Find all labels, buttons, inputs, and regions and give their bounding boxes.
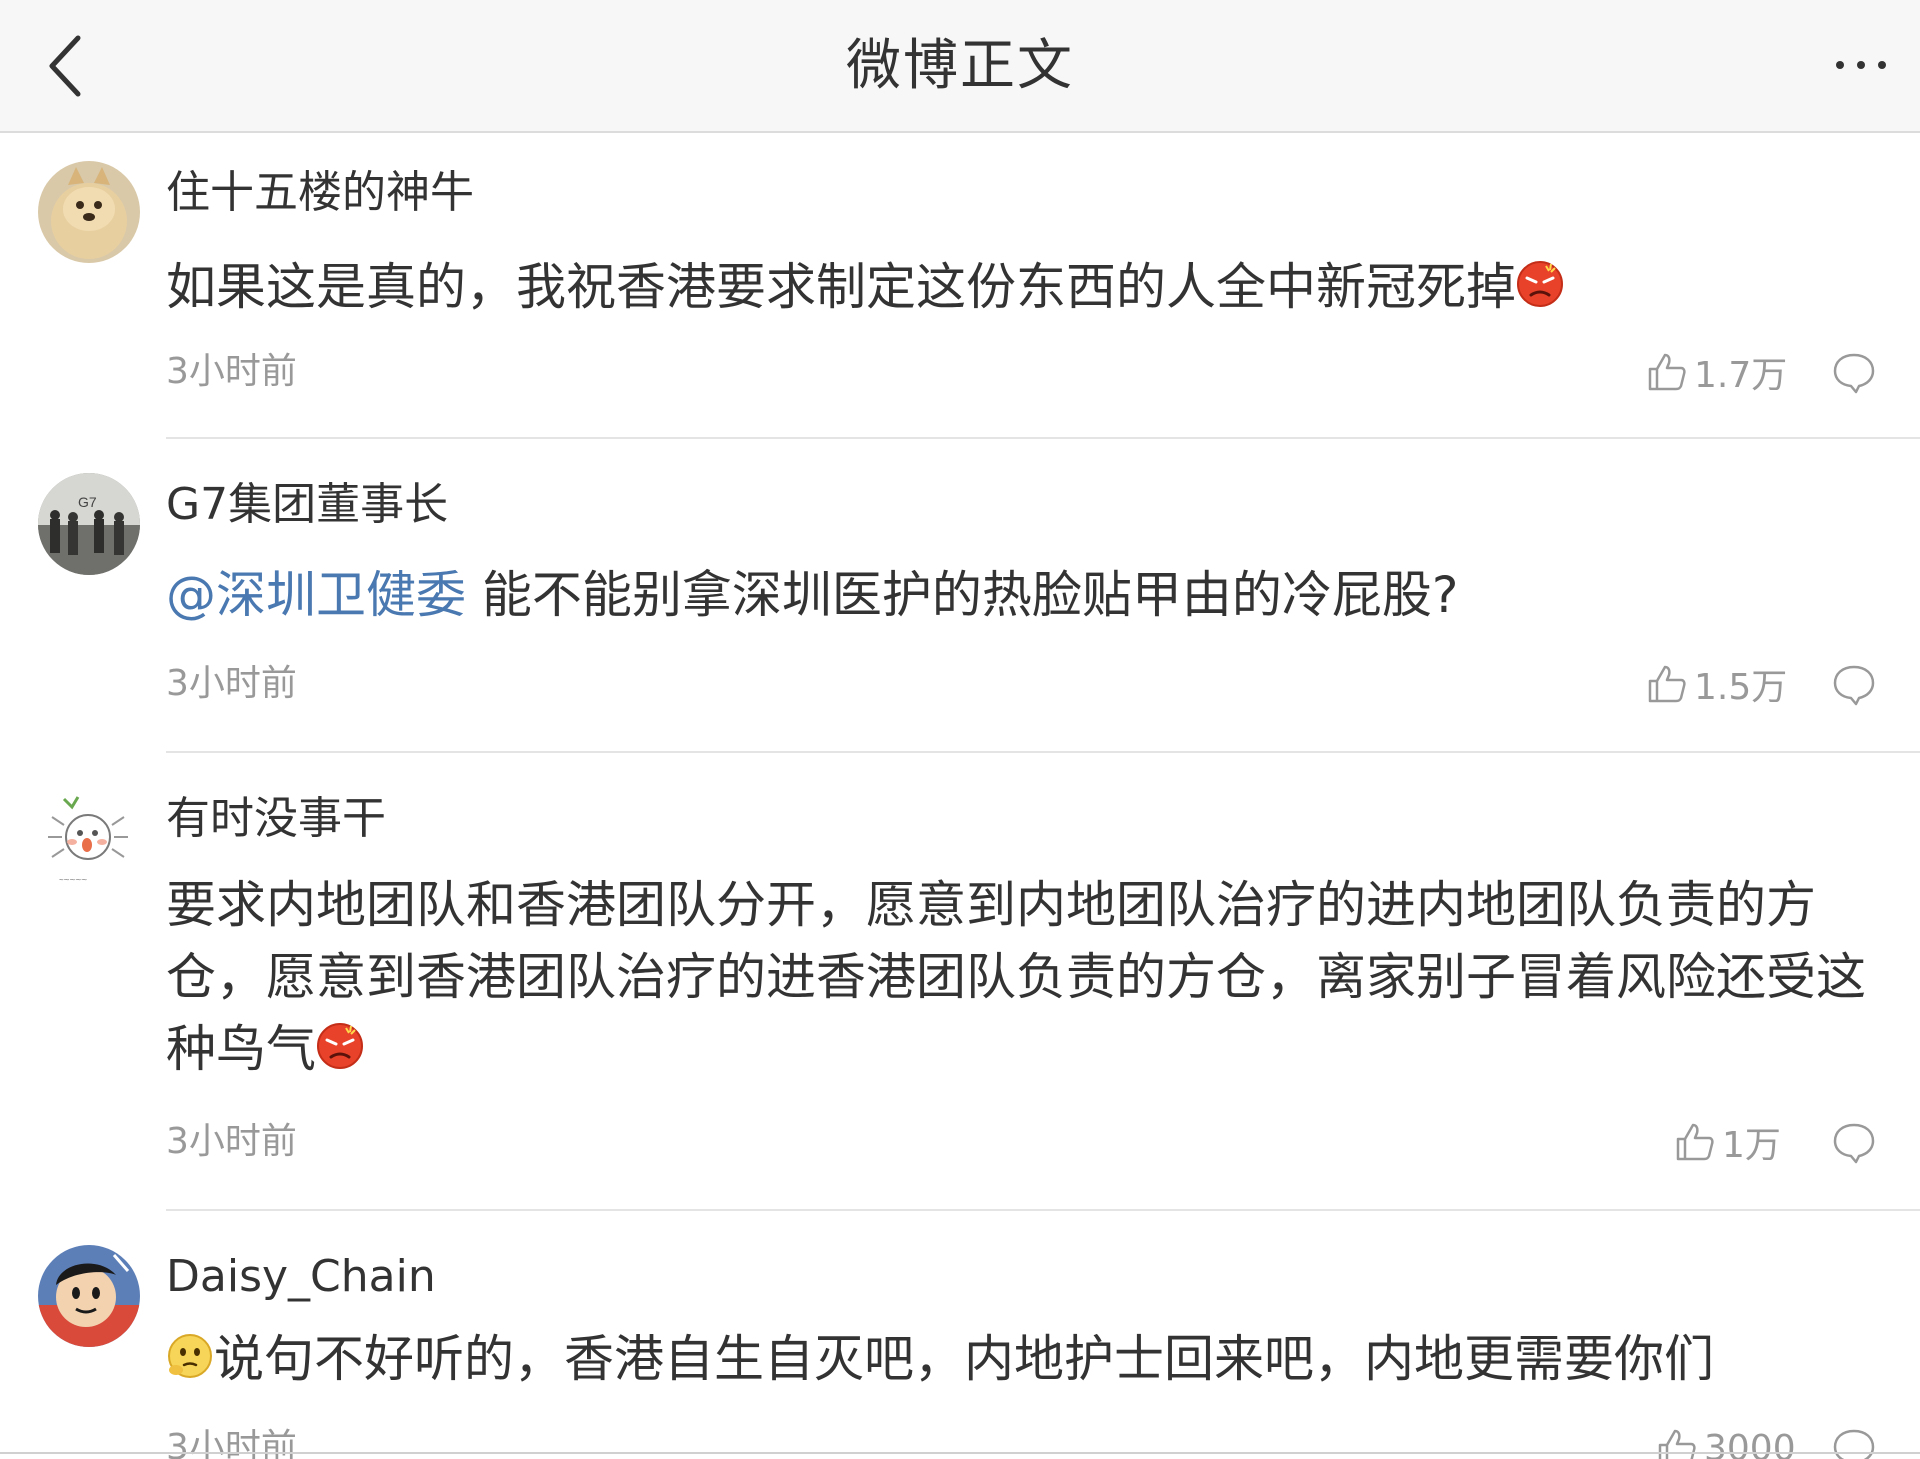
page-title: 微博正文 xyxy=(845,33,1074,97)
like-count: 1.5万 xyxy=(1694,667,1788,708)
thinking-face-emoji xyxy=(168,1334,212,1378)
username[interactable]: 有时没事干 xyxy=(166,791,386,847)
bottom-divider xyxy=(0,1452,1920,1454)
comment-list: 住十五楼的神牛 如果这是真的，我祝香港要求制定这份东西的人全中新冠死掉 3小时前… xyxy=(0,133,1920,1459)
comment-item: 住十五楼的神牛 如果这是真的，我祝香港要求制定这份东西的人全中新冠死掉 3小时前… xyxy=(38,133,1920,439)
svg-text:G7: G7 xyxy=(78,494,97,510)
username[interactable]: 住十五楼的神牛 xyxy=(166,165,474,221)
angry-face-emoji xyxy=(317,1023,363,1069)
comment-body: 如果这是真的，我祝香港要求制定这份东西的人全中新冠死掉 xyxy=(166,258,1516,316)
comment-item: G7 G7集团董事长 @深圳卫健委 能不能别拿深圳医护的热脸贴甲由的冷屁股? 3… xyxy=(38,439,1920,753)
comment-body: 要求内地团队和香港团队分开，愿意到内地团队治疗的进内地团队负责的方仓，愿意到香港… xyxy=(166,876,1866,1078)
reply-bubble-icon[interactable] xyxy=(1830,349,1878,397)
reply-bubble-icon[interactable] xyxy=(1830,1119,1878,1167)
avatar[interactable] xyxy=(38,161,140,263)
comment-text: 要求内地团队和香港团队分开，愿意到内地团队治疗的进内地团队负责的方仓，愿意到香港… xyxy=(166,869,1876,1085)
like-button[interactable]: 1.5万 xyxy=(1646,659,1787,709)
navigation-bar: 微博正文 xyxy=(0,0,1920,133)
timestamp: 3小时前 xyxy=(166,351,297,392)
username[interactable]: Daisy_Chain xyxy=(166,1249,436,1305)
thumbs-up-icon xyxy=(1648,353,1686,391)
reply-bubble-icon[interactable] xyxy=(1830,661,1878,709)
comment-text: 如果这是真的，我祝香港要求制定这份东西的人全中新冠死掉 xyxy=(166,251,1876,323)
svg-text:~~~~~~: ~~~~~~ xyxy=(52,875,87,886)
comment-text: @深圳卫健委 能不能别拿深圳医护的热脸贴甲由的冷屁股? xyxy=(166,559,1876,631)
thumbs-up-icon xyxy=(1648,665,1686,703)
like-count: 1.7万 xyxy=(1694,355,1788,396)
thumbs-up-icon xyxy=(1658,1429,1696,1459)
avatar[interactable]: ~~~~~~ xyxy=(38,787,140,889)
like-count: 1万 xyxy=(1722,1125,1781,1166)
like-count: 3000 xyxy=(1704,1427,1796,1459)
comment-text: 说句不好听的，香港自生自灭吧，内地护士回来吧，内地更需要你们 xyxy=(166,1323,1876,1395)
avatar[interactable] xyxy=(38,1245,140,1347)
like-button[interactable]: 1.7万 xyxy=(1646,347,1787,397)
timestamp: 3小时前 xyxy=(166,1121,297,1162)
more-options-button[interactable] xyxy=(1826,40,1896,90)
comment-body: 能不能别拿深圳医护的热脸贴甲由的冷屁股? xyxy=(466,566,1459,624)
comment-item: ~~~~~~ 有时没事干 要求内地团队和香港团队分开，愿意到内地团队治疗的进内地… xyxy=(38,753,1920,1211)
avatar[interactable]: G7 xyxy=(38,473,140,575)
timestamp: 3小时前 xyxy=(166,663,297,704)
mention-link[interactable]: @深圳卫健委 xyxy=(166,566,466,624)
thumbs-up-icon xyxy=(1676,1123,1714,1161)
username[interactable]: G7集团董事长 xyxy=(166,477,448,533)
ellipsis-icon xyxy=(1836,61,1886,69)
like-button[interactable]: 1万 xyxy=(1674,1117,1781,1167)
comment-body: 说句不好听的，香港自生自灭吧，内地护士回来吧，内地更需要你们 xyxy=(214,1330,1714,1388)
comment-item: Daisy_Chain 说句不好听的，香港自生自灭吧，内地护士回来吧，内地更需要… xyxy=(38,1211,1920,1459)
angry-face-emoji xyxy=(1517,261,1563,307)
